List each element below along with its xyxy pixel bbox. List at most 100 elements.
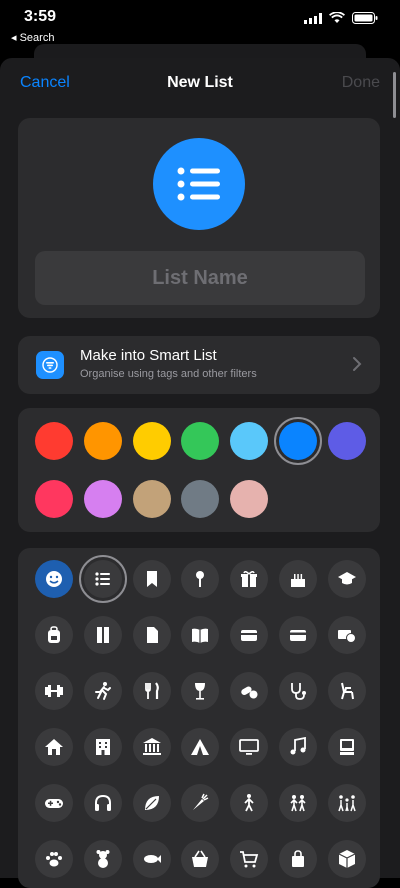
color-swatch[interactable] — [181, 422, 219, 460]
icon-option[interactable] — [84, 840, 122, 878]
paw-icon — [46, 852, 62, 867]
color-swatch[interactable] — [230, 480, 268, 518]
dumbbell-icon — [45, 685, 63, 697]
headphones-icon — [95, 794, 111, 811]
credit-card-icon — [290, 630, 306, 641]
color-swatch[interactable] — [84, 480, 122, 518]
pills-icon — [241, 686, 258, 699]
icon-option[interactable] — [84, 616, 122, 654]
teddy-bear-icon — [96, 850, 110, 868]
icon-option[interactable] — [133, 840, 171, 878]
icon-option[interactable] — [279, 784, 317, 822]
icon-option[interactable] — [181, 616, 219, 654]
fish-icon — [144, 855, 161, 863]
icon-option[interactable] — [328, 728, 366, 766]
selected-icon-ring — [79, 555, 127, 603]
icon-option[interactable] — [328, 784, 366, 822]
running-icon — [95, 682, 111, 700]
graduation-cap-icon — [338, 572, 356, 585]
music-note-icon — [290, 737, 306, 755]
house-icon — [45, 739, 63, 755]
nav-bar: Cancel New List Done — [0, 58, 400, 110]
icon-option[interactable] — [328, 672, 366, 710]
icon-option[interactable] — [133, 728, 171, 766]
bank-icon — [143, 738, 161, 755]
icon-option[interactable] — [230, 616, 268, 654]
box-icon — [338, 850, 356, 868]
smart-list-icon — [36, 351, 64, 379]
smart-list-title: Make into Smart List — [80, 347, 217, 364]
icon-option[interactable] — [230, 672, 268, 710]
smart-list-row[interactable]: Make into Smart List Organise using tags… — [18, 336, 380, 394]
icon-option[interactable] — [133, 560, 171, 598]
color-swatch[interactable] — [35, 422, 73, 460]
icon-option[interactable] — [133, 784, 171, 822]
color-swatch[interactable] — [181, 480, 219, 518]
icon-option[interactable] — [279, 560, 317, 598]
icon-option[interactable] — [35, 784, 73, 822]
icon-option[interactable] — [84, 672, 122, 710]
icon-option[interactable] — [230, 728, 268, 766]
icon-option[interactable] — [181, 784, 219, 822]
icon-option[interactable] — [230, 784, 268, 822]
wallet-icon — [241, 630, 257, 641]
new-list-sheet: Cancel New List Done List Name Make into… — [0, 58, 400, 888]
icon-option[interactable] — [35, 560, 73, 598]
color-swatch[interactable] — [84, 422, 122, 460]
icon-option[interactable] — [328, 840, 366, 878]
icon-option[interactable] — [279, 728, 317, 766]
list-name-input[interactable]: List Name — [35, 251, 365, 305]
icon-option[interactable] — [133, 616, 171, 654]
done-button[interactable]: Done — [342, 74, 380, 92]
icon-option[interactable] — [35, 728, 73, 766]
status-time: 3:59 — [24, 8, 57, 25]
icon-option[interactable] — [279, 616, 317, 654]
smiley-icon — [46, 571, 62, 587]
basket-icon — [192, 850, 208, 867]
book-icon — [192, 628, 208, 643]
color-picker — [18, 408, 380, 532]
carrot-icon — [193, 793, 209, 810]
backpack-icon — [48, 626, 60, 643]
fork-knife-icon — [145, 682, 159, 699]
icon-option[interactable] — [35, 616, 73, 654]
icon-option[interactable] — [279, 840, 317, 878]
icon-option[interactable] — [84, 728, 122, 766]
scroll-indicator[interactable] — [393, 72, 396, 118]
money-icon — [338, 630, 356, 643]
icon-option[interactable] — [181, 672, 219, 710]
icon-option[interactable] — [133, 672, 171, 710]
monitor-icon — [239, 739, 259, 755]
filter-icon — [42, 357, 58, 373]
bookmark-icon — [147, 571, 157, 587]
icon-option[interactable] — [181, 728, 219, 766]
color-swatch[interactable] — [133, 422, 171, 460]
list-preview-icon — [153, 138, 245, 230]
list-preview-card: List Name — [18, 118, 380, 318]
icon-option[interactable] — [35, 672, 73, 710]
icon-option[interactable] — [230, 560, 268, 598]
wine-glass-icon — [195, 683, 205, 700]
color-swatch[interactable] — [133, 480, 171, 518]
icon-option[interactable] — [279, 672, 317, 710]
family-icon — [338, 795, 356, 812]
icon-option[interactable] — [181, 560, 219, 598]
gift-icon — [241, 570, 257, 587]
icon-option[interactable] — [181, 840, 219, 878]
icon-option[interactable] — [35, 840, 73, 878]
icon-option[interactable] — [328, 560, 366, 598]
gamepad-icon — [45, 799, 63, 808]
battery-icon — [352, 12, 378, 24]
signal-icon — [304, 12, 322, 24]
color-swatch[interactable] — [230, 422, 268, 460]
icon-option[interactable] — [328, 616, 366, 654]
color-swatch[interactable] — [328, 422, 366, 460]
back-to-search[interactable]: ◂ Search — [11, 31, 54, 44]
color-swatch[interactable] — [35, 480, 73, 518]
icon-option[interactable] — [84, 784, 122, 822]
cart-icon — [240, 851, 259, 868]
icon-option[interactable] — [230, 840, 268, 878]
person-icon — [244, 794, 254, 812]
leaf-icon — [145, 796, 159, 810]
chair-icon — [341, 682, 354, 700]
